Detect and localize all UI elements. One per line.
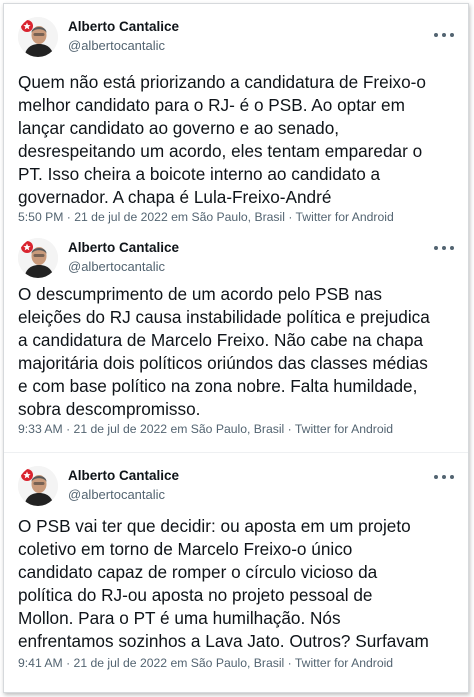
tweet-text: O descumprimento de um acordo pelo PSB n… [18,284,430,419]
tweet-1[interactable]: Alberto Cantalice @albertocantalic Quem … [4,4,468,232]
tweet-meta[interactable]: 9:41 AM · 21 de jul de 2022 em São Paulo… [18,656,393,670]
author-handle[interactable]: @albertocantalic [68,486,179,504]
tweet-thread-card: Alberto Cantalice @albertocantalic Quem … [3,3,469,693]
tweet-text: O PSB vai ter que decidir: ou aposta em … [18,516,429,651]
more-options-icon[interactable] [434,243,454,253]
author-handle[interactable]: @albertocantalic [68,37,179,55]
avatar[interactable] [18,17,58,57]
avatar[interactable] [18,238,58,278]
author-handle[interactable]: @albertocantalic [68,258,179,276]
profile-photo-icon [18,238,58,278]
tweet-meta[interactable]: 9:33 AM · 21 de jul de 2022 em São Paulo… [18,422,393,436]
more-options-icon[interactable] [434,472,454,482]
avatar[interactable] [18,466,58,506]
tweet-text: Quem não está priorizando a candidatura … [18,72,426,207]
tweet-meta[interactable]: 5:50 PM · 21 de jul de 2022 em São Paulo… [18,210,394,224]
tweet-3[interactable]: Alberto Cantalice @albertocantalic O PSB… [4,452,468,692]
more-options-icon[interactable] [434,30,454,40]
author-name[interactable]: Alberto Cantalice [68,467,179,485]
author-name[interactable]: Alberto Cantalice [68,18,179,36]
tweet-2[interactable]: Alberto Cantalice @albertocantalic O des… [4,232,468,452]
profile-photo-icon [18,17,58,57]
profile-photo-icon [18,466,58,506]
tweet-header: Alberto Cantalice @albertocantalic [18,466,179,506]
author-name[interactable]: Alberto Cantalice [68,239,179,257]
tweet-header: Alberto Cantalice @albertocantalic [18,17,179,57]
tweet-header: Alberto Cantalice @albertocantalic [18,238,179,278]
